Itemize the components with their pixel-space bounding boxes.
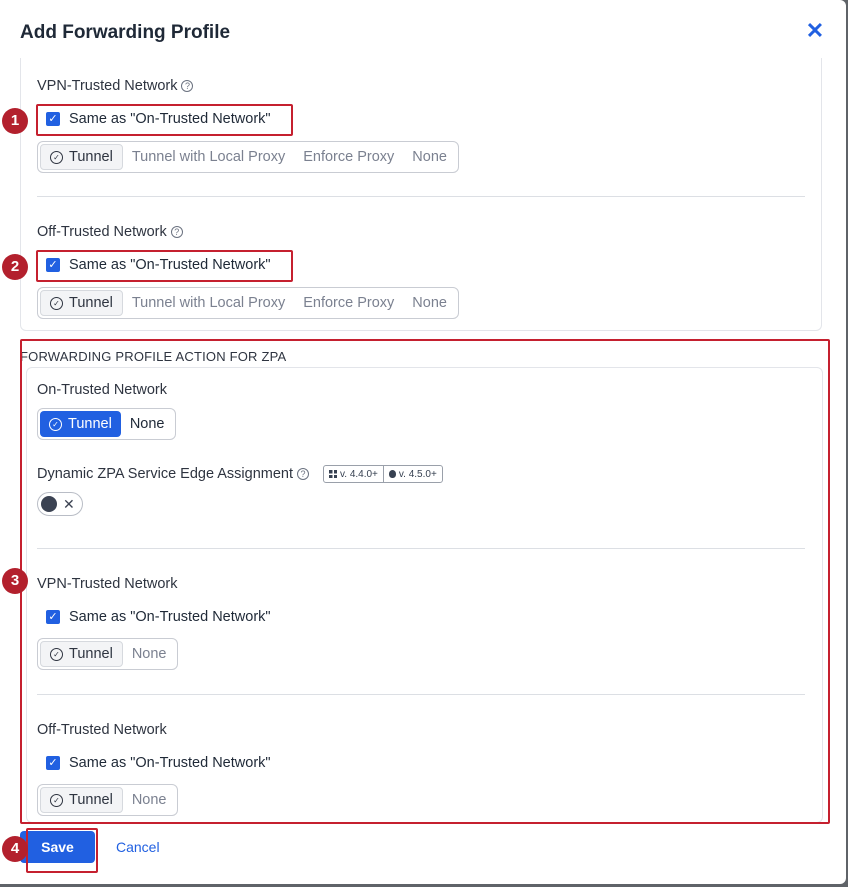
option-label: None (412, 295, 447, 311)
zia-vpn-option-enforce-proxy[interactable]: Enforce Proxy (294, 144, 403, 170)
zia-vpn-trusted-action-selector[interactable]: ✓ Tunnel Tunnel with Local Proxy Enforce … (37, 141, 459, 173)
add-forwarding-profile-dialog: Add Forwarding Profile ✕ VPN-Trusted Net… (0, 0, 846, 884)
option-label: None (412, 149, 447, 165)
check-circle-icon: ✓ (50, 296, 63, 310)
zia-off-trusted-action-selector[interactable]: ✓ Tunnel Tunnel with Local Proxy Enforce … (37, 287, 459, 319)
zia-vpn-option-none[interactable]: None (403, 144, 456, 170)
zia-off-option-tunnel-local-proxy[interactable]: Tunnel with Local Proxy (123, 290, 294, 316)
option-label: Enforce Proxy (303, 149, 395, 165)
option-label: Tunnel (69, 149, 113, 165)
annotation-marker-2: 2 (2, 254, 28, 280)
dialog-title: Add Forwarding Profile (20, 22, 231, 43)
option-label: Tunnel with Local Proxy (131, 295, 286, 311)
help-icon[interactable]: ? (181, 80, 194, 92)
highlight-box-2 (36, 250, 293, 282)
zia-off-trusted-label: Off-Trusted Network (37, 224, 167, 240)
option-label: Tunnel (69, 295, 113, 311)
option-label: Enforce Proxy (303, 295, 395, 311)
highlight-box-4 (26, 828, 98, 873)
zia-off-trusted-heading: Off-Trusted Network? (37, 224, 183, 240)
annotation-marker-3: 3 (2, 568, 28, 594)
highlight-box-1 (36, 104, 293, 136)
zia-vpn-trusted-label: VPN-Trusted Network (37, 78, 178, 94)
cancel-button[interactable]: Cancel (116, 839, 160, 855)
zia-vpn-option-tunnel[interactable]: ✓ Tunnel (40, 144, 123, 170)
close-icon[interactable]: ✕ (804, 20, 826, 42)
annotation-marker-4: 4 (2, 836, 28, 862)
section-divider (37, 196, 805, 197)
zia-off-option-none[interactable]: None (403, 290, 456, 316)
annotation-marker-1: 1 (2, 108, 28, 134)
help-icon[interactable]: ? (170, 226, 183, 238)
check-circle-icon: ✓ (50, 150, 63, 164)
zia-off-option-tunnel[interactable]: ✓ Tunnel (40, 290, 123, 316)
option-label: Tunnel with Local Proxy (131, 149, 286, 165)
zia-vpn-trusted-heading: VPN-Trusted Network? (37, 78, 194, 94)
zia-vpn-option-tunnel-local-proxy[interactable]: Tunnel with Local Proxy (123, 144, 294, 170)
zia-off-option-enforce-proxy[interactable]: Enforce Proxy (294, 290, 403, 316)
highlight-box-3 (20, 339, 830, 824)
